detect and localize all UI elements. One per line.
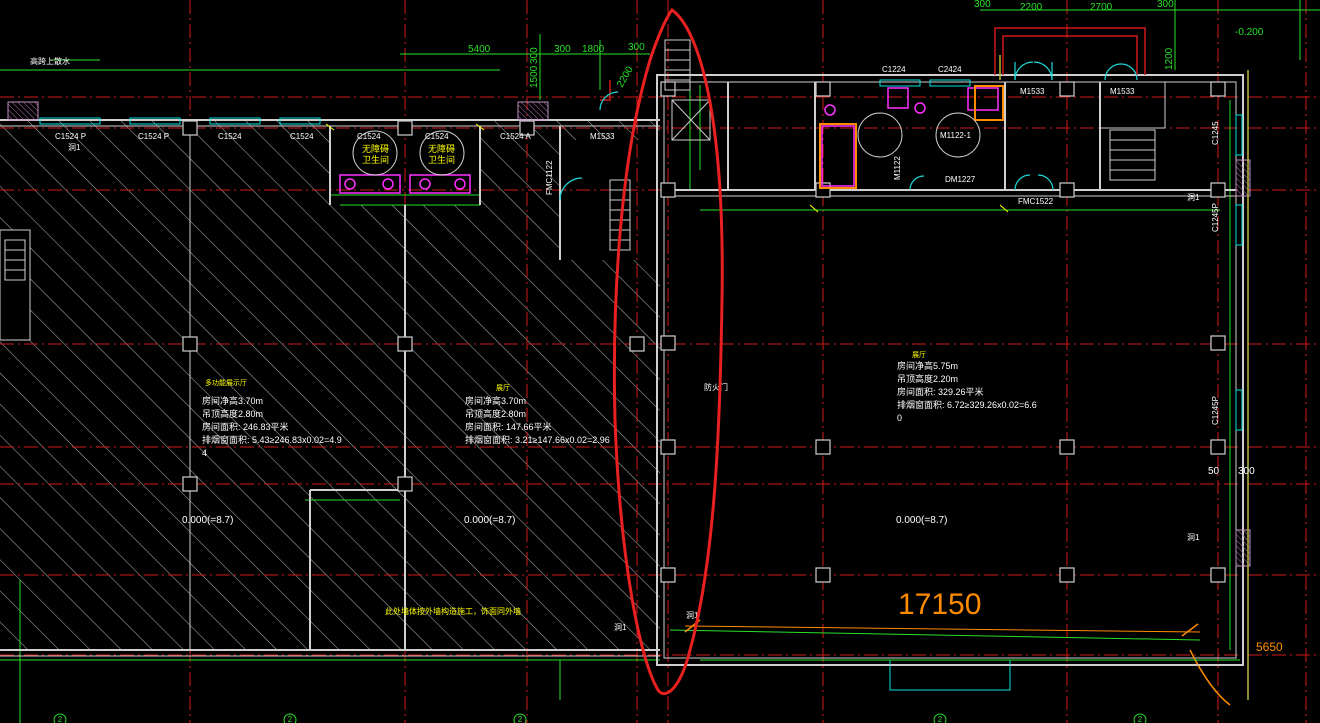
axis-bubble-1: 2 [58,715,63,723]
room-left-height: 房间净高3.70m [202,395,263,406]
window-label-4: C1524 [290,132,314,141]
dim-300-mid: 300 [554,44,571,55]
cad-drawing-canvas[interactable]: 300 2200 2700 300 -0.200 5400 300 1800 3… [0,0,1320,723]
room-right-smoke-cont: 0 [897,413,902,423]
axis-bubble-2: 2 [288,715,293,723]
dim-300-top-right: 300 [1157,0,1174,10]
dimension-17150: 17150 [898,588,981,621]
window-c1245p-b: C1245P [1211,396,1220,425]
room-mid-ceiling: 吊顶高度2.80m [465,408,526,419]
window-c1245: C1245 [1211,121,1220,145]
window-label-6: C1524 [425,132,449,141]
room-left-smoke-cont: 4 [202,448,207,458]
door-m1533-b: M1533 [1020,87,1045,96]
room-right-smoke: 排烟窗面积: 6.72≥329.26x0.02=6.6 [897,399,1037,410]
window-c2424: C2424 [938,65,962,74]
bottom-note: 此处墙体按外墙构造施工，饰面同外墙 [385,606,521,616]
room-right-ceiling: 吊顶高度2.20m [897,373,958,384]
window-c1224: C1224 [882,65,906,74]
window-label-7: C1524 A [500,132,531,141]
hole-label-3: 洞1 [1187,532,1200,542]
dim-2200: 2200 [1020,2,1043,13]
axis-bubble-3: 2 [518,715,523,723]
room-right-elev: 0.000(=8.7) [896,515,947,526]
dim-300-side: 300 [1238,466,1255,477]
room-right-height: 房间净高5.75m [897,360,958,371]
door-label-fmc1122: FMC1122 [545,160,554,195]
dim-2700: 2700 [1090,2,1113,13]
door-dm1227: DM1227 [945,175,976,184]
dim-300-right: 300 [628,42,645,53]
dim-1200-vert: 1200 [1164,47,1175,70]
room-left-title: 多功能展示厅 [205,378,247,387]
window-label-5: C1524 [357,132,381,141]
room-left-smoke: 排烟窗面积: 5.43≥246.83x0.02=4.9 [202,434,342,445]
room-right-area: 房间面积: 329.26平米 [897,386,984,397]
window-c1245p-a: C1245P [1211,203,1220,232]
room-left-ceiling: 吊顶高度2.80m [202,408,263,419]
dim-300-vert: 300 [529,47,540,64]
hole-label-2: 洞1 [1187,192,1200,202]
window-label-3: C1524 [218,132,242,141]
room-right-title: 展厅 [912,351,926,359]
wc-label-1a: 无障碍 [362,143,389,154]
wc-label-2a: 无障碍 [428,143,455,154]
label-rain-pipe: 高跨上散水 [30,56,70,66]
room-mid-title: 展厅 [496,384,510,392]
window-label-1: C1524 P [55,132,86,141]
dim-300-top: 300 [974,0,991,10]
door-m1122-1: M1122-1 [940,131,972,140]
fire-door-label: 防火门 [704,382,728,392]
hole-label-4: 洞1 [614,622,627,632]
room-mid-smoke: 排烟窗面积: 3.21≥147.66x0.02=2.96 [465,434,610,445]
room-mid-height: 房间净高3.70m [465,395,526,406]
wc-label-2b: 卫生间 [428,154,455,165]
room-left-elev: 0.000(=8.7) [182,515,233,526]
door-m1122: M1122 [893,156,902,180]
hole-label-1: 洞1 [68,142,81,152]
dim-50: 50 [1208,466,1220,477]
room-mid-elev: 0.000(=8.7) [464,515,515,526]
axis-bubble-5: 2 [1138,715,1143,723]
window-label-2: C1524 P [138,132,169,141]
door-label-m1533: M1533 [590,132,615,141]
axis-bubble-4: 2 [938,715,943,723]
door-fmc1522: FMC1522 [1018,197,1054,206]
door-m1533-c: M1533 [1110,87,1135,96]
dimension-5650: 5650 [1256,640,1283,654]
dim-1800: 1800 [582,44,605,55]
room-left-area: 房间面积: 246.83平米 [202,421,289,432]
elevation-top: -0.200 [1235,27,1264,38]
wc-label-1b: 卫生间 [362,154,389,165]
dim-5400: 5400 [468,44,491,55]
room-mid-area: 房间面积: 147.66平米 [465,421,552,432]
dim-1500: 1500 [529,65,540,88]
